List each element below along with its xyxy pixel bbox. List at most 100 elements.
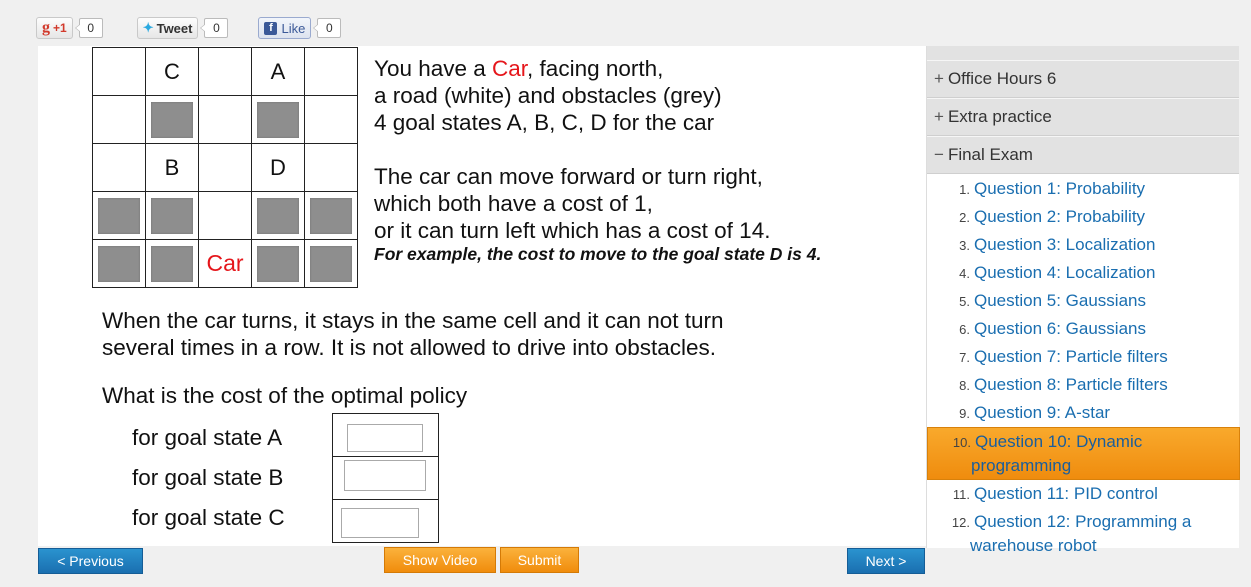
- gplus-count: 0: [74, 18, 103, 38]
- item-number: 4.: [959, 266, 970, 281]
- next-button[interactable]: Next >: [847, 548, 925, 574]
- turn-rules: When the car turns, it stays in the same…: [102, 307, 724, 361]
- goal-cell-c: C: [145, 47, 199, 96]
- sidebar-item-question-3[interactable]: 3. Question 3: Localization: [927, 231, 1239, 259]
- road-cell: [92, 143, 146, 192]
- desc-line-3: 4 goal states A, B, C, D for the car: [374, 110, 715, 135]
- car-word: Car: [492, 56, 528, 81]
- answer-divider: [333, 456, 438, 457]
- section-final-exam[interactable]: − Final Exam: [927, 136, 1239, 174]
- final-exam-question-list: 1. Question 1: Probability 2. Question 2: P…: [927, 174, 1240, 559]
- collapse-minus-icon: −: [934, 145, 944, 164]
- social-bar: g +1 0 ✦ Tweet 0 f Like 0: [36, 14, 342, 42]
- show-video-button[interactable]: Show Video: [384, 547, 496, 573]
- section-office-hours-6[interactable]: + Office Hours 6: [927, 60, 1239, 98]
- item-number: 3.: [959, 238, 970, 253]
- submit-button[interactable]: Submit: [500, 547, 579, 573]
- obstacle: [98, 245, 140, 282]
- world-grid: C A B D Car: [92, 47, 358, 288]
- obstacle-cell: [145, 95, 199, 144]
- sidebar-item-question-9[interactable]: 9. Question 9: A-star: [927, 399, 1239, 427]
- item-number: 6.: [959, 322, 970, 337]
- sidebar-item-question-5[interactable]: 5. Question 5: Gaussians: [927, 287, 1239, 315]
- obstacle: [257, 197, 299, 234]
- obstacle: [151, 101, 193, 138]
- section-label: Final Exam: [947, 145, 1033, 164]
- goal-a-input[interactable]: [347, 424, 423, 452]
- obstacle-cell: [304, 239, 358, 288]
- goal-b-input[interactable]: [344, 460, 426, 491]
- car-label: Car: [206, 250, 244, 276]
- obstacle-cell: [304, 191, 358, 240]
- road-cell: [198, 143, 252, 192]
- grid-row: CA: [92, 47, 358, 96]
- desc-line-6: or it can turn left which has a cost of …: [374, 218, 771, 243]
- expand-plus-icon: +: [934, 107, 944, 126]
- item-label-cont: warehouse robot: [970, 536, 1097, 555]
- road-cell: [304, 47, 358, 96]
- tweet-widget[interactable]: ✦ Tweet 0: [136, 17, 229, 39]
- sidebar-item-question-7[interactable]: 7. Question 7: Particle filters: [927, 343, 1239, 371]
- item-label: Question 4: Localization: [974, 263, 1156, 282]
- google-plus-icon: g: [42, 19, 50, 36]
- gplus-label: +1: [53, 21, 67, 35]
- like-label: Like: [281, 20, 306, 36]
- answer-divider: [333, 499, 438, 500]
- goal-b-label: for goal state B: [132, 465, 284, 490]
- grid-row: [92, 191, 358, 240]
- item-label: Question 2: Probability: [974, 207, 1146, 226]
- question-text: What is the cost of the optimal policy: [102, 383, 468, 408]
- desc-line-4: The car can move forward or turn right,: [374, 164, 763, 189]
- grid-row: [92, 95, 358, 144]
- sidebar-item-question-1[interactable]: 1. Question 1: Probability: [927, 175, 1239, 203]
- section-extra-practice[interactable]: + Extra practice: [927, 98, 1239, 136]
- obstacle-cell: [251, 239, 305, 288]
- item-label: Question 7: Particle filters: [974, 347, 1168, 366]
- goal-cell-b: B: [145, 143, 199, 192]
- sidebar-item-question-2[interactable]: 2. Question 2: Probability: [927, 203, 1239, 231]
- item-number: 9.: [959, 406, 970, 421]
- obstacle: [151, 197, 193, 234]
- goal-a-label: for goal state A: [132, 425, 283, 450]
- goal-c-input[interactable]: [341, 508, 419, 538]
- item-number: 2.: [959, 210, 970, 225]
- like-widget[interactable]: f Like 0: [258, 17, 342, 39]
- tweet-button[interactable]: ✦ Tweet: [136, 17, 199, 39]
- road-cell: [198, 95, 252, 144]
- gplus-button[interactable]: g +1: [36, 17, 73, 39]
- road-cell: [198, 191, 252, 240]
- item-label: Question 12: Programming a: [974, 512, 1192, 531]
- obstacle: [98, 197, 140, 234]
- sidebar-item-question-8[interactable]: 8. Question 8: Particle filters: [927, 371, 1239, 399]
- desc-line-2: a road (white) and obstacles (grey): [374, 83, 722, 108]
- goal-cell-d: D: [251, 143, 305, 192]
- obstacle-cell: [145, 191, 199, 240]
- desc-line-5: which both have a cost of 1,: [374, 191, 653, 216]
- road-cell: [198, 47, 252, 96]
- section-label: Office Hours 6: [947, 69, 1057, 88]
- obstacle: [257, 245, 299, 282]
- gplus-widget[interactable]: g +1 0: [36, 17, 103, 39]
- turn-rule-line-2: several times in a row. It is not allowe…: [102, 335, 717, 360]
- problem-description: You have a Car, facing north, a road (wh…: [374, 55, 821, 264]
- obstacle-cell: [145, 239, 199, 288]
- sidebar-item-question-10[interactable]: 10. Question 10: Dynamic programming: [927, 427, 1240, 480]
- item-number: 1.: [959, 182, 970, 197]
- obstacle: [310, 197, 352, 234]
- sidebar-item-question-4[interactable]: 4. Question 4: Localization: [927, 259, 1239, 287]
- item-label: Question 8: Particle filters: [974, 375, 1168, 394]
- road-cell: [92, 95, 146, 144]
- sidebar-item-question-6[interactable]: 6. Question 6: Gaussians: [927, 315, 1239, 343]
- section-label: Extra practice: [947, 107, 1052, 126]
- desc-example: For example, the cost to move to the goa…: [374, 244, 822, 264]
- item-number: 8.: [959, 378, 970, 393]
- previous-button[interactable]: < Previous: [38, 548, 143, 574]
- goal-cell-a: A: [251, 47, 305, 96]
- sidebar-item-question-11[interactable]: 11. Question 11: PID control: [927, 480, 1239, 508]
- item-number: 7.: [959, 350, 970, 365]
- expand-plus-icon: +: [934, 69, 944, 88]
- like-count: 0: [313, 18, 342, 38]
- item-label-cont: programming: [971, 456, 1072, 475]
- like-button[interactable]: f Like: [258, 17, 312, 39]
- sidebar-item-question-12[interactable]: 12. Question 12: Programming a warehouse r…: [927, 508, 1239, 559]
